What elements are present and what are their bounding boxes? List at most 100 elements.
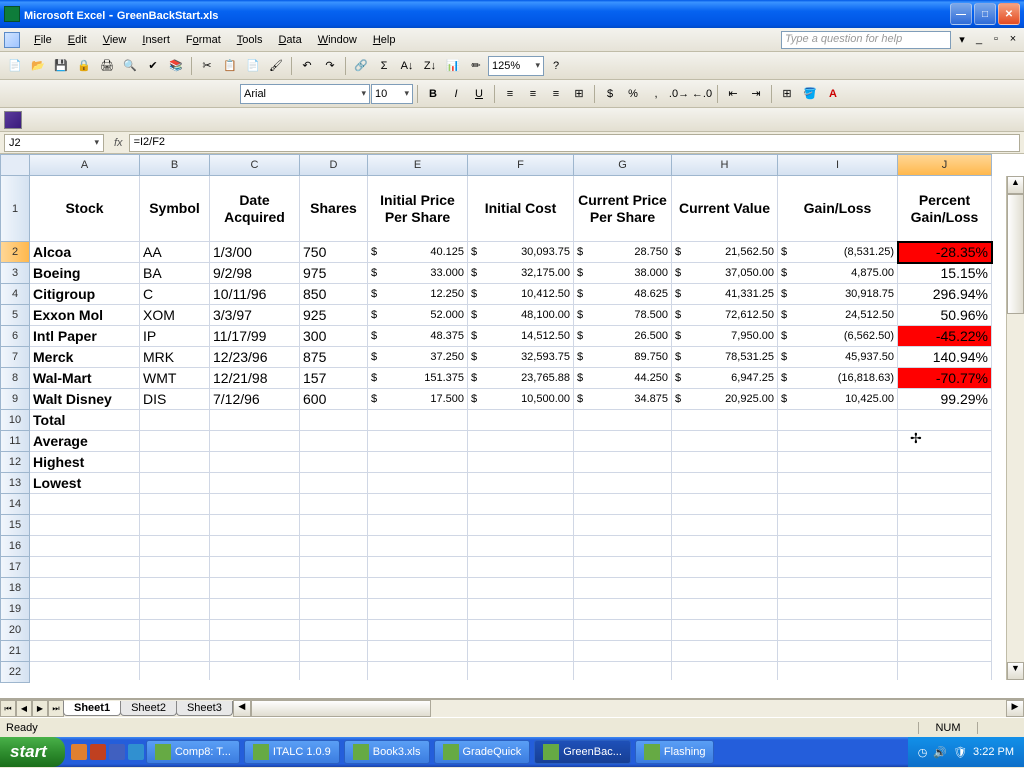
cell-empty[interactable] — [672, 452, 778, 473]
cell-summary-label[interactable]: Lowest — [30, 473, 140, 494]
cell-empty[interactable] — [368, 536, 468, 557]
fill-color-button[interactable]: 🪣 — [799, 83, 821, 105]
cell-icost[interactable]: $23,765.88 — [468, 368, 574, 389]
cell-empty[interactable] — [778, 641, 898, 662]
cell-empty[interactable] — [210, 578, 300, 599]
cell-summary-label[interactable]: Highest — [30, 452, 140, 473]
cell-empty[interactable] — [300, 494, 368, 515]
cell-date[interactable]: 1/3/00 — [210, 242, 300, 263]
redo-button[interactable]: ↷ — [319, 55, 341, 77]
cell-empty[interactable] — [368, 473, 468, 494]
row-header-22[interactable]: 22 — [0, 662, 30, 683]
cell-cpps[interactable]: $48.625 — [574, 284, 672, 305]
cell-empty[interactable] — [778, 452, 898, 473]
underline-button[interactable]: U — [468, 83, 490, 105]
cell-empty[interactable] — [778, 578, 898, 599]
row-header-14[interactable]: 14 — [0, 494, 30, 515]
row-header-21[interactable]: 21 — [0, 641, 30, 662]
sheet-tab-1[interactable]: Sheet1 — [63, 701, 121, 716]
cell-empty[interactable] — [368, 662, 468, 680]
cell-stock[interactable]: Walt Disney — [30, 389, 140, 410]
cell-symbol[interactable]: AA — [140, 242, 210, 263]
tray-icon[interactable]: 🔊 — [933, 746, 947, 759]
row-header-5[interactable]: 5 — [0, 305, 30, 326]
cell-empty[interactable] — [574, 494, 672, 515]
cell-empty[interactable] — [210, 515, 300, 536]
cell-ipps[interactable]: $40.125 — [368, 242, 468, 263]
window-restore-icon[interactable]: _ — [972, 33, 986, 47]
cell-empty[interactable] — [140, 515, 210, 536]
row-header-8[interactable]: 8 — [0, 368, 30, 389]
cell-pct[interactable]: 296.94% — [898, 284, 992, 305]
cell-empty[interactable] — [210, 452, 300, 473]
cell-empty[interactable] — [368, 599, 468, 620]
cell-symbol[interactable]: DIS — [140, 389, 210, 410]
help-search-input[interactable]: Type a question for help — [781, 31, 951, 49]
cell-empty[interactable] — [210, 620, 300, 641]
sheet-tab-3[interactable]: Sheet3 — [176, 701, 233, 716]
cell-gainloss[interactable]: $4,875.00 — [778, 263, 898, 284]
vscroll-thumb[interactable] — [1007, 194, 1024, 314]
cell-ipps[interactable]: $33.000 — [368, 263, 468, 284]
hscroll-thumb[interactable] — [251, 700, 431, 717]
cell-shares[interactable]: 750 — [300, 242, 368, 263]
cell-empty[interactable] — [778, 557, 898, 578]
cell-empty[interactable] — [574, 578, 672, 599]
sheet-tab-2[interactable]: Sheet2 — [120, 701, 177, 716]
paste-button[interactable]: 📄 — [242, 55, 264, 77]
cell-empty[interactable] — [672, 431, 778, 452]
cell-pct[interactable]: 99.29% — [898, 389, 992, 410]
cell-ipps[interactable]: $37.250 — [368, 347, 468, 368]
cell-empty[interactable] — [778, 620, 898, 641]
cell-empty[interactable] — [30, 599, 140, 620]
window-close-icon[interactable]: × — [1006, 33, 1020, 47]
cell-icost[interactable]: $14,512.50 — [468, 326, 574, 347]
cell-empty[interactable] — [672, 662, 778, 680]
cell-empty[interactable] — [468, 578, 574, 599]
cell-empty[interactable] — [898, 662, 992, 680]
cell-empty[interactable] — [574, 452, 672, 473]
currency-button[interactable]: $ — [599, 83, 621, 105]
cell-empty[interactable] — [300, 515, 368, 536]
row-header-7[interactable]: 7 — [0, 347, 30, 368]
cell-empty[interactable] — [300, 431, 368, 452]
cell-empty[interactable] — [778, 410, 898, 431]
cell-shares[interactable]: 975 — [300, 263, 368, 284]
start-button[interactable]: start — [0, 737, 65, 767]
cell-summary-label[interactable]: Total — [30, 410, 140, 431]
horizontal-scrollbar[interactable]: ◀ ▶ — [233, 699, 1024, 717]
cell-empty[interactable] — [574, 557, 672, 578]
column-header-I[interactable]: I — [778, 154, 898, 176]
row-header-17[interactable]: 17 — [0, 557, 30, 578]
cell-empty[interactable] — [140, 410, 210, 431]
italic-button[interactable]: I — [445, 83, 467, 105]
cell-shares[interactable]: 300 — [300, 326, 368, 347]
cell-empty[interactable] — [30, 494, 140, 515]
cell-empty[interactable] — [898, 578, 992, 599]
cell-pct[interactable]: -45.22% — [898, 326, 992, 347]
cell-date[interactable]: 10/11/96 — [210, 284, 300, 305]
tray-icon[interactable]: ◷ — [918, 746, 928, 759]
row-header-11[interactable]: 11 — [0, 431, 30, 452]
column-header-F[interactable]: F — [468, 154, 574, 176]
color-swatch-icon[interactable] — [4, 111, 22, 129]
cell-empty[interactable] — [140, 452, 210, 473]
cell-gainloss[interactable]: $(8,531.25) — [778, 242, 898, 263]
percent-button[interactable]: % — [622, 83, 644, 105]
cell-empty[interactable] — [210, 641, 300, 662]
maximize-button[interactable]: □ — [974, 3, 996, 25]
cell-empty[interactable] — [574, 536, 672, 557]
cell-empty[interactable] — [300, 620, 368, 641]
spelling-button[interactable]: ✔ — [142, 55, 164, 77]
cell-empty[interactable] — [210, 557, 300, 578]
new-button[interactable]: 📄 — [4, 55, 26, 77]
align-center-button[interactable]: ≡ — [522, 83, 544, 105]
cell-gainloss[interactable]: $30,918.75 — [778, 284, 898, 305]
cell-empty[interactable] — [468, 410, 574, 431]
cell-empty[interactable] — [898, 494, 992, 515]
increase-indent-button[interactable]: ⇥ — [745, 83, 767, 105]
window-restore2-icon[interactable]: ▫ — [989, 33, 1003, 47]
menu-data[interactable]: Data — [270, 31, 309, 49]
minimize-button[interactable]: — — [950, 3, 972, 25]
cell-empty[interactable] — [210, 473, 300, 494]
